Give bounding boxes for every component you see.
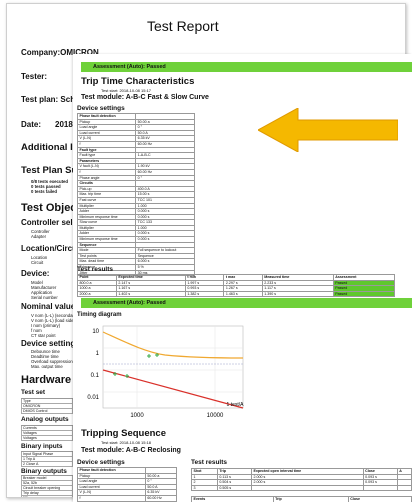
table-cell (396, 484, 412, 492)
test-start: Test start: 2018-10-08 15:17 (101, 88, 152, 93)
test-results-table: Shot Trip Expected open interval time Close… (191, 468, 412, 492)
report-title: Test Report (147, 18, 219, 34)
test-module: Test module: A-B-C Fast & Slow Curve (81, 94, 209, 101)
table-cell (362, 484, 398, 492)
test-start: Test start: 2018-10-08 15:18 (101, 440, 152, 445)
test-object-heading: Test Object (21, 202, 81, 214)
test-module: Test module: A-B-C Reclosing (81, 447, 181, 454)
binary-outputs-table: Breaker model 52a, 52b Circuit breaker ope… (21, 475, 73, 497)
table-row: DMIOS Control (21, 409, 73, 414)
table-cell: 2000 a (77, 290, 117, 298)
table-row: Voltages (21, 436, 73, 441)
pointer-arrow-icon (258, 108, 398, 152)
device-settings-heading: Device settings (77, 105, 125, 112)
device-settings-heading: Device settings (77, 459, 125, 466)
assessment-bar: Assessment (Auto): Passed (81, 62, 412, 72)
table-row: 2000 a 1.402 s 1.382 s 1.463 s 1.390 s Passed (77, 290, 396, 298)
nominal-item: CT star point (31, 333, 56, 338)
device-item: Serial number (31, 295, 58, 300)
x-tick-label: 10000 (207, 413, 224, 419)
test-set-table: Type OMICRON DMIOS Control (21, 398, 73, 414)
binary-inputs-table: Input Signal Phase 1 Trip A 2 Close A (21, 451, 73, 467)
chart-frame (102, 325, 244, 409)
table-row: 3 0.505 s (191, 484, 412, 492)
device-settings-table: Phase fault detection Pickup 50.00 a Load a… (77, 467, 178, 502)
test-results-heading: Test results (77, 266, 114, 273)
analog-outputs-table: Currents Voltages Voltages (21, 425, 73, 441)
summary-line: 0 tests failed (31, 189, 58, 194)
device-label: Device: (21, 269, 50, 278)
y-tick-label: 0.1 (91, 373, 100, 379)
device-settings-item: Max. output time (31, 364, 63, 369)
location-item: Circuit (31, 260, 44, 265)
device-settings-table: Phase fault detection Pickup 50.00 a Load a… (76, 113, 195, 277)
analog-outputs-label: Analog outputs (21, 416, 69, 423)
binary-inputs-label: Binary inputs (21, 443, 63, 450)
test-results-heading: Test results (191, 459, 228, 466)
tester-label: Tester: (21, 72, 48, 81)
table-row: 2 Close A (21, 462, 73, 467)
table-cell: 1.402 s (115, 290, 186, 298)
section-title: Trip Time Characteristics (81, 76, 195, 87)
section-title: Tripping Sequence (81, 428, 166, 439)
assessment-bar: Assessment (Auto): Passed (81, 298, 412, 308)
table-cell (250, 484, 364, 492)
table-row: 1000 a 1.167 s 0.993 s 1.267 s 1.117 s Passed (77, 285, 396, 292)
x-tick-label: 1000 (130, 413, 144, 419)
table-cell: 1.382 s (184, 290, 225, 298)
table-row: 52b (21, 496, 73, 497)
timing-diagram-title: Timing diagram (77, 312, 122, 318)
table-cell: 0.505 s (216, 484, 252, 492)
table-cell: Passed (332, 290, 396, 298)
y-tick-label: 1 (96, 351, 100, 357)
test-results-table: Point Expected time t min t max Measured tim… (77, 274, 396, 298)
table-cell: 1.390 s (261, 290, 334, 298)
table-row: 800.0 a 2.147 s 1.997 s 2.297 s 2.233 s Passe… (77, 279, 396, 287)
timing-diagram-chart: 10 1 0.1 0.01 1000 10000 1 test/A (87, 325, 245, 419)
chart-marker-label: 1 test/A (227, 402, 245, 408)
test-set-label: Test set (21, 389, 46, 396)
table-cell: 1.463 s (223, 290, 263, 298)
events-table: EventsTripClose0.0000 sPrefault (191, 496, 412, 502)
binary-outputs-label: Binary outputs (21, 468, 67, 475)
controller-item: Adapter (31, 234, 47, 239)
y-tick-label: 0.01 (87, 395, 99, 401)
table-cell: 3 (191, 484, 218, 492)
y-tick-label: 10 (92, 329, 99, 335)
